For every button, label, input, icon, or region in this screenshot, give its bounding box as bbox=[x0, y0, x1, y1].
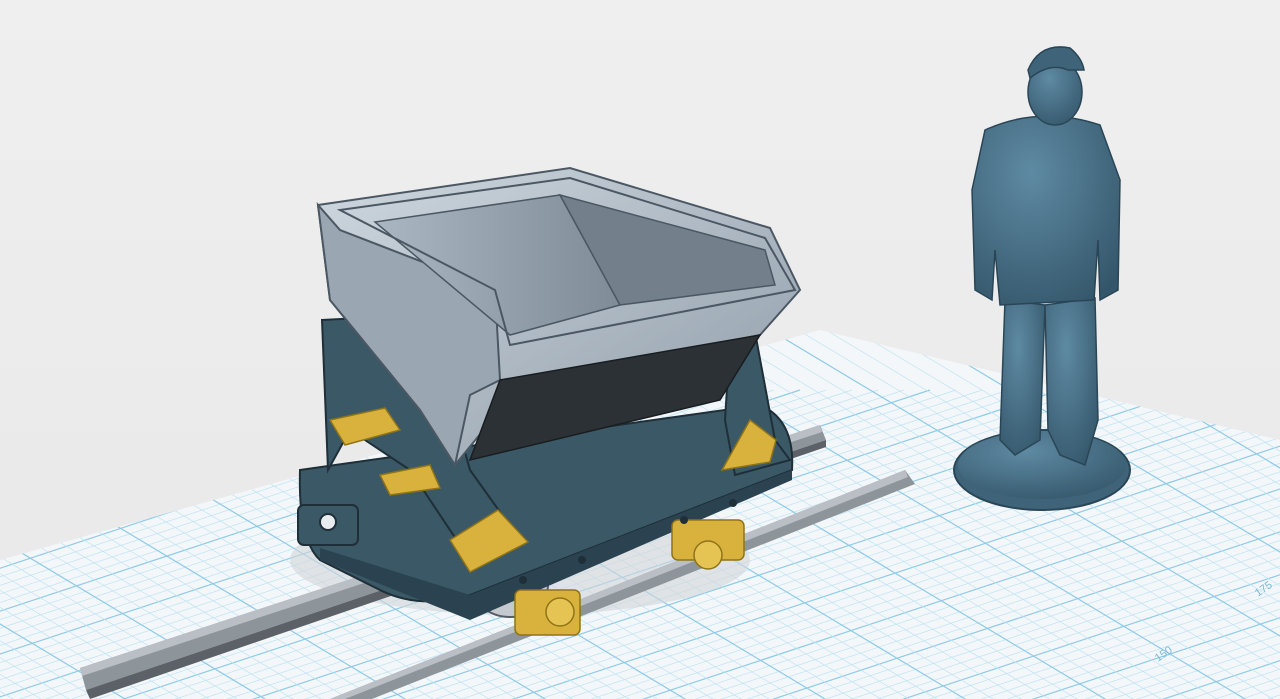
scene-canvas[interactable]: 150 175 bbox=[0, 0, 1280, 699]
3d-viewport[interactable]: 150 175 bbox=[0, 0, 1280, 699]
worker-figure[interactable] bbox=[953, 46, 1131, 511]
